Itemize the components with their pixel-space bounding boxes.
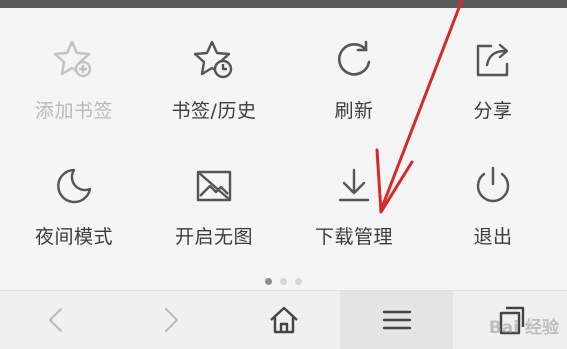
menu-button[interactable]	[340, 291, 453, 349]
page-indicator	[0, 270, 567, 289]
menu-item-label: 添加书签	[34, 100, 113, 122]
bottom-toolbar	[0, 290, 567, 349]
menu-item-label: 夜间模式	[34, 226, 113, 248]
no-image-icon	[196, 170, 232, 202]
back-button[interactable]	[0, 291, 113, 349]
menu-item-download-manager[interactable]: 下载管理	[283, 162, 425, 249]
watermark-logo: Bai 经验	[488, 318, 559, 338]
menu-item-exit[interactable]: 退出	[422, 162, 564, 249]
power-icon	[476, 166, 510, 203]
menu-item-share[interactable]: 分享	[422, 36, 564, 123]
menu-item-refresh[interactable]: 刷新	[283, 36, 425, 123]
browser-menu-panel: 添加书签 书签/历史 刷新 分享 夜间模式 开启无图 下载管理 退出	[0, 8, 567, 290]
menu-item-bookmarks-history[interactable]: 书签/历史	[143, 36, 285, 123]
menu-item-label: 刷新	[334, 100, 374, 122]
download-icon	[338, 168, 370, 202]
star-clock-icon	[193, 40, 233, 79]
menu-item-add-bookmark[interactable]: 添加书签	[3, 36, 145, 123]
moon-icon	[57, 168, 92, 204]
menu-item-label: 分享	[473, 100, 513, 122]
status-strip	[0, 0, 567, 8]
star-plus-icon	[53, 40, 92, 78]
menu-item-label: 退出	[473, 226, 513, 248]
refresh-icon	[337, 40, 371, 76]
home-button[interactable]	[227, 291, 340, 349]
page-dot[interactable]	[265, 278, 272, 285]
menu-item-label: 书签/历史	[171, 100, 257, 122]
menu-item-label: 下载管理	[314, 226, 393, 248]
page-dot[interactable]	[295, 278, 302, 285]
menu-item-night-mode[interactable]: 夜间模式	[3, 162, 145, 249]
menu-item-label: 开启无图	[174, 226, 253, 248]
home-icon	[269, 306, 298, 334]
forward-arrow-icon	[164, 307, 178, 333]
menu-item-no-image[interactable]: 开启无图	[143, 162, 285, 249]
back-arrow-icon	[48, 307, 62, 333]
share-icon	[476, 43, 509, 77]
menu-icon	[382, 310, 411, 330]
forward-button[interactable]	[113, 291, 226, 349]
page-dot[interactable]	[280, 278, 287, 285]
